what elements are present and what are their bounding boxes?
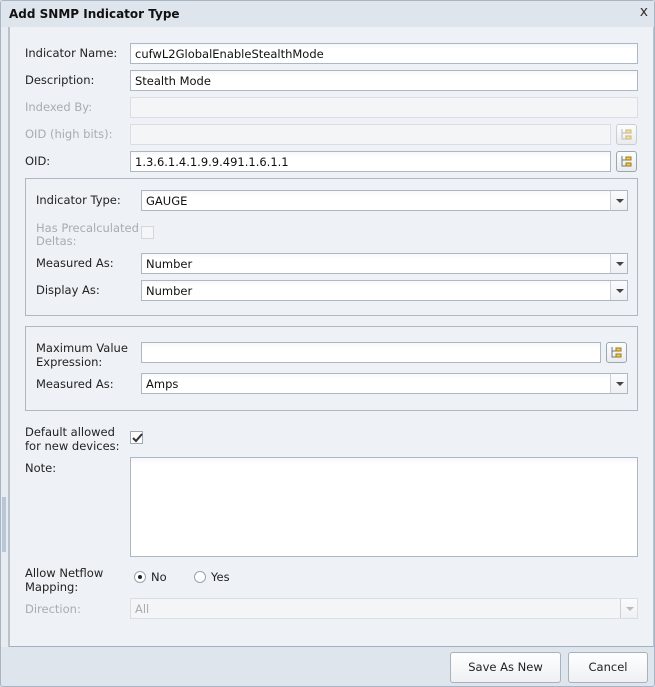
chevron-down-icon[interactable] xyxy=(610,254,627,273)
max-measured-as-value: Amps xyxy=(146,377,179,391)
netflow-no-radio[interactable] xyxy=(134,571,146,583)
oid-label: OID: xyxy=(25,154,51,168)
max-value-expression-label-line1: Maximum Value xyxy=(36,341,128,355)
has-precalculated-deltas-checkbox[interactable] xyxy=(141,226,154,239)
allow-netflow-label-line2: Mapping: xyxy=(25,580,79,594)
max-measured-as-label: Measured As: xyxy=(36,377,114,391)
dialog-titlebar[interactable]: Add SNMP Indicator Type x xyxy=(1,1,654,27)
close-icon[interactable]: x xyxy=(640,5,648,19)
chevron-down-icon[interactable] xyxy=(620,599,637,618)
indexed-by-label: Indexed By: xyxy=(25,100,93,114)
has-precalculated-deltas-label-line2: Deltas: xyxy=(36,234,77,248)
add-snmp-indicator-dialog: Add SNMP Indicator Type x Indicator Name… xyxy=(0,0,655,687)
maximum-value-group: Maximum Value Expression: Measured As: A… xyxy=(25,326,638,411)
direction-label: Direction: xyxy=(25,602,81,616)
tree-picker-icon xyxy=(621,129,632,140)
indicator-type-group: Indicator Type: GAUGE Has Precalculated … xyxy=(25,178,638,316)
measured-as-label: Measured As: xyxy=(36,256,114,270)
max-measured-as-select[interactable]: Amps xyxy=(141,373,628,394)
tree-picker-icon xyxy=(621,156,632,167)
save-as-new-button[interactable]: Save As New xyxy=(450,652,561,683)
oid-high-bits-input[interactable] xyxy=(130,124,611,145)
description-label: Description: xyxy=(25,73,95,87)
indicator-type-value: GAUGE xyxy=(146,194,188,208)
netflow-yes-radio[interactable] xyxy=(194,571,206,583)
direction-select[interactable]: All xyxy=(130,598,638,619)
tree-picker-icon xyxy=(611,347,622,358)
dialog-title: Add SNMP Indicator Type xyxy=(9,7,180,21)
indicator-name-input[interactable]: cufwL2GlobalEnableStealthMode xyxy=(130,43,638,64)
note-textarea[interactable] xyxy=(130,457,638,557)
max-value-expression-picker-button[interactable] xyxy=(606,342,627,363)
default-allowed-label-line2: for new devices: xyxy=(25,439,120,453)
netflow-yes-label[interactable]: Yes xyxy=(211,570,230,584)
indicator-name-label: Indicator Name: xyxy=(25,46,118,60)
direction-value: All xyxy=(135,602,150,616)
background-selection xyxy=(2,497,6,552)
oid-picker-button[interactable] xyxy=(616,151,637,172)
oid-high-bits-picker-button[interactable] xyxy=(616,124,637,145)
measured-as-value: Number xyxy=(146,257,193,271)
chevron-down-icon[interactable] xyxy=(610,281,627,300)
background-edge xyxy=(1,27,9,647)
display-as-label: Display As: xyxy=(36,283,100,297)
oid-high-bits-label: OID (high bits): xyxy=(25,127,113,141)
cancel-button[interactable]: Cancel xyxy=(568,652,648,683)
note-label: Note: xyxy=(25,461,57,475)
description-input[interactable]: Stealth Mode xyxy=(130,70,638,91)
chevron-down-icon[interactable] xyxy=(610,374,627,393)
checkmark-icon xyxy=(132,433,143,443)
display-as-select[interactable]: Number xyxy=(141,280,628,301)
max-value-expression-label-line2: Expression: xyxy=(36,355,103,369)
oid-input[interactable]: 1.3.6.1.4.1.9.9.491.1.6.1.1 xyxy=(130,151,611,172)
indicator-type-label: Indicator Type: xyxy=(36,193,121,207)
has-precalculated-deltas-label-line1: Has Precalculated xyxy=(36,221,139,235)
netflow-no-label[interactable]: No xyxy=(151,570,167,584)
chevron-down-icon[interactable] xyxy=(610,191,627,210)
indicator-type-select[interactable]: GAUGE xyxy=(141,190,628,211)
default-allowed-label-line1: Default allowed xyxy=(25,425,115,439)
allow-netflow-label-line1: Allow Netflow xyxy=(25,566,104,580)
max-value-expression-input[interactable] xyxy=(141,342,601,363)
display-as-value: Number xyxy=(146,284,193,298)
indexed-by-input[interactable] xyxy=(130,97,638,118)
measured-as-select[interactable]: Number xyxy=(141,253,628,274)
default-allowed-checkbox[interactable] xyxy=(130,431,143,444)
dialog-body: Indicator Name: cufwL2GlobalEnableStealt… xyxy=(9,27,654,647)
